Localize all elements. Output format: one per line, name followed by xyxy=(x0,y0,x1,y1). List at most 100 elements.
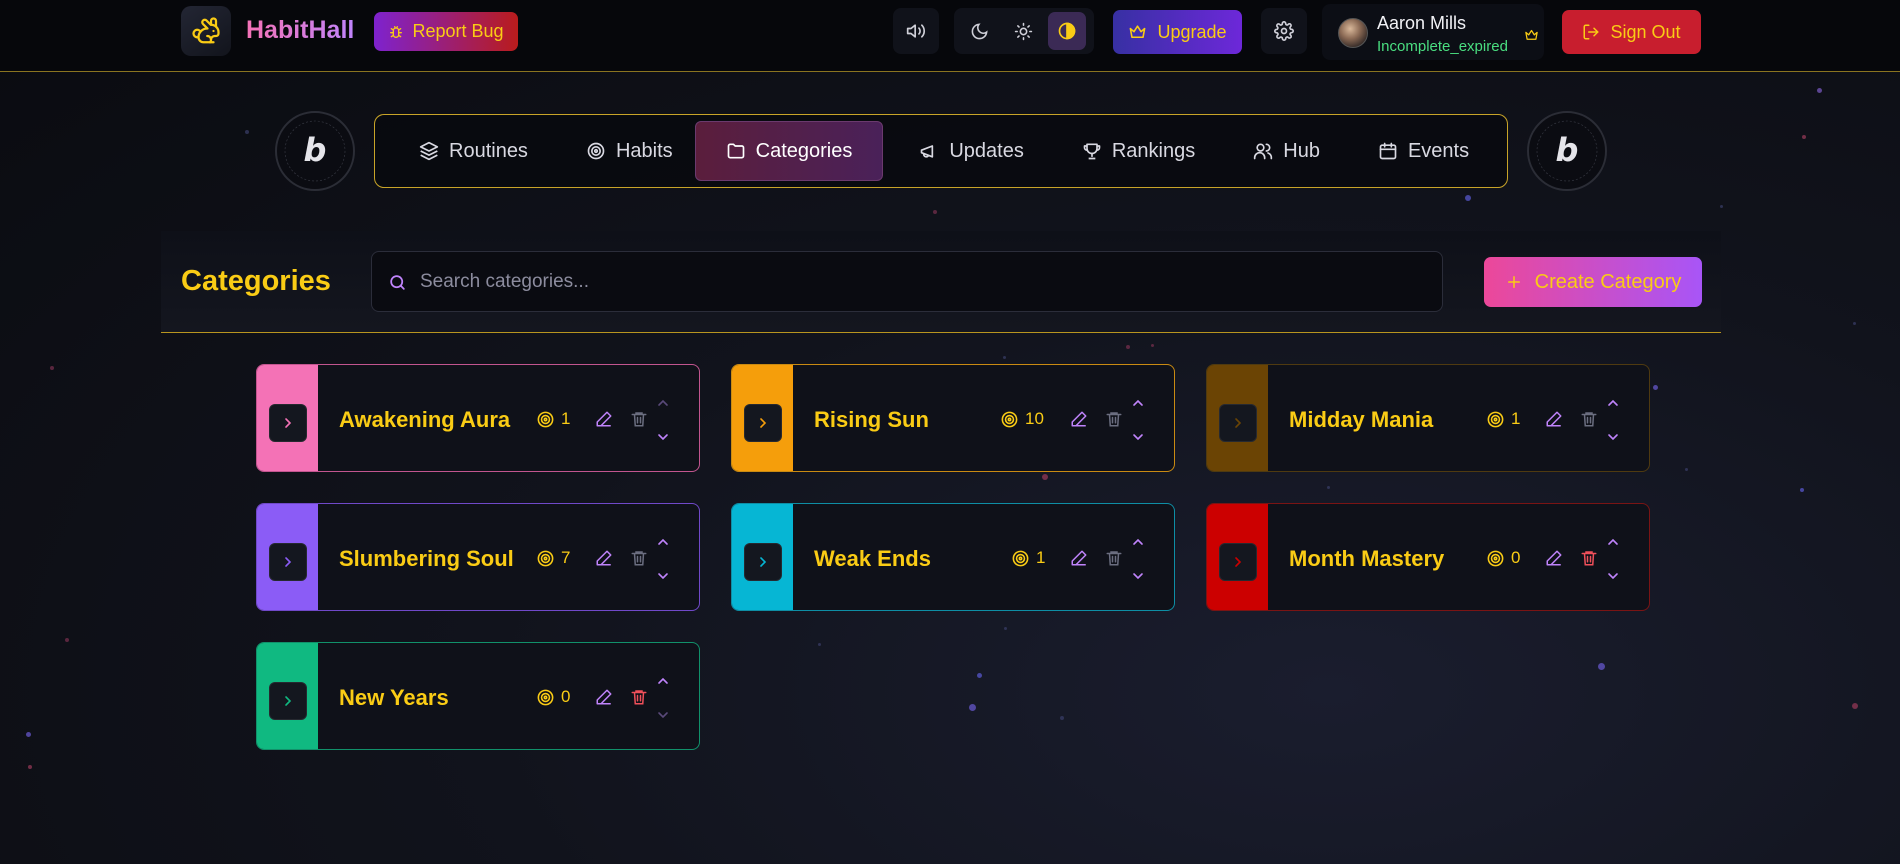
edit-category-button[interactable] xyxy=(1069,409,1089,429)
dark-theme-button[interactable] xyxy=(960,12,998,50)
move-down-button[interactable] xyxy=(1128,566,1148,586)
sun-icon xyxy=(1014,22,1032,40)
target-icon xyxy=(537,550,554,566)
app-logo[interactable] xyxy=(181,6,231,56)
expand-category-button[interactable] xyxy=(1219,543,1257,581)
reorder-controls xyxy=(653,393,673,447)
upgrade-label: Upgrade xyxy=(1157,21,1227,42)
category-name: Rising Sun xyxy=(814,407,929,432)
moon-icon xyxy=(971,22,988,39)
move-up-button[interactable] xyxy=(653,671,673,691)
move-down-button[interactable] xyxy=(1128,427,1148,447)
settings-button[interactable] xyxy=(1261,8,1307,54)
move-down-button[interactable] xyxy=(1603,427,1623,447)
target-icon xyxy=(1487,411,1504,427)
move-up-button[interactable] xyxy=(1603,393,1623,413)
create-category-button[interactable]: Create Category xyxy=(1484,257,1702,307)
nav-hub[interactable]: Hub xyxy=(1217,121,1342,181)
megaphone-icon xyxy=(921,145,934,158)
expand-category-button[interactable] xyxy=(744,543,782,581)
move-down-button[interactable] xyxy=(653,705,673,725)
delete-category-button[interactable] xyxy=(1579,548,1599,568)
category-card[interactable]: Awakening Aura 1 xyxy=(256,364,700,472)
top-bar: HabitHall Report Bug Upgrade Aaron Mills… xyxy=(0,0,1900,72)
category-card[interactable]: Month Mastery 0 xyxy=(1206,503,1650,611)
chevron-up-icon xyxy=(658,677,668,684)
delete-category-button[interactable] xyxy=(1104,409,1124,429)
habit-count-value: 1 xyxy=(1036,548,1046,567)
move-up-button[interactable] xyxy=(1128,532,1148,552)
svg-text:b: b xyxy=(304,131,327,169)
edit-category-button[interactable] xyxy=(594,687,614,707)
search-icon xyxy=(390,275,405,290)
category-card[interactable]: Slumbering Soul 7 xyxy=(256,503,700,611)
move-down-button[interactable] xyxy=(1603,566,1623,586)
search-input[interactable] xyxy=(420,252,1420,311)
nav-routines[interactable]: Routines xyxy=(383,121,550,181)
trash-icon xyxy=(631,551,647,566)
expand-category-button[interactable] xyxy=(744,404,782,442)
contrast-theme-button[interactable] xyxy=(1048,12,1086,50)
delete-category-button[interactable] xyxy=(629,409,649,429)
habit-count: 1 xyxy=(536,409,570,429)
delete-category-button[interactable] xyxy=(629,687,649,707)
bolt-badge-left[interactable]: b xyxy=(275,111,355,191)
star-dot xyxy=(1060,716,1064,720)
trash-icon xyxy=(1581,551,1597,566)
user-name: Aaron Mills xyxy=(1377,13,1467,33)
chevron-up-icon xyxy=(658,538,668,545)
edit-category-button[interactable] xyxy=(1544,409,1564,429)
user-profile[interactable]: Aaron Mills Incomplete_expired xyxy=(1322,4,1544,60)
expand-category-button[interactable] xyxy=(1219,404,1257,442)
delete-category-button[interactable] xyxy=(629,548,649,568)
layers-icon xyxy=(419,141,439,161)
move-up-button[interactable] xyxy=(653,532,673,552)
chevron-down-icon xyxy=(658,573,668,580)
category-card[interactable]: Rising Sun 10 xyxy=(731,364,1175,472)
search-box xyxy=(371,251,1443,312)
move-up-button[interactable] xyxy=(653,393,673,413)
expand-category-button[interactable] xyxy=(269,404,307,442)
edit-category-button[interactable] xyxy=(594,409,614,429)
nav-habits[interactable]: Habits xyxy=(550,121,695,181)
habit-count-value: 0 xyxy=(1511,548,1521,567)
upgrade-button[interactable]: Upgrade xyxy=(1113,10,1242,54)
category-card[interactable]: Midday Mania 1 xyxy=(1206,364,1650,472)
light-theme-button[interactable] xyxy=(1004,12,1042,50)
nav-events[interactable]: Events xyxy=(1342,121,1491,181)
category-card[interactable]: Weak Ends 1 xyxy=(731,503,1175,611)
star-dot xyxy=(65,638,69,642)
habit-count: 0 xyxy=(536,687,570,707)
star-dot xyxy=(1327,486,1330,489)
nav-rankings[interactable]: Rankings xyxy=(1046,121,1217,181)
habit-count-value: 1 xyxy=(561,409,571,428)
category-card[interactable]: New Years 0 xyxy=(256,642,700,750)
edit-category-button[interactable] xyxy=(1069,548,1089,568)
chevron-right-icon xyxy=(760,418,767,428)
edit-category-button[interactable] xyxy=(1544,548,1564,568)
report-bug-button[interactable]: Report Bug xyxy=(374,12,518,51)
edit-category-button[interactable] xyxy=(594,548,614,568)
move-down-button[interactable] xyxy=(653,566,673,586)
chevron-down-icon xyxy=(1133,573,1143,580)
nav-updates[interactable]: Updates xyxy=(883,121,1046,181)
delete-category-button[interactable] xyxy=(1579,409,1599,429)
expand-category-button[interactable] xyxy=(269,543,307,581)
delete-category-button[interactable] xyxy=(1104,548,1124,568)
trash-icon xyxy=(631,690,647,705)
nav-categories[interactable]: Categories xyxy=(694,121,884,181)
move-up-button[interactable] xyxy=(1128,393,1148,413)
bug-icon xyxy=(390,25,403,38)
star-dot xyxy=(1685,468,1688,471)
chevron-down-icon xyxy=(1608,434,1618,441)
chevron-down-icon xyxy=(1133,434,1143,441)
bolt-badge-right[interactable]: b xyxy=(1527,111,1607,191)
move-up-button[interactable] xyxy=(1603,532,1623,552)
target-icon xyxy=(537,689,554,705)
move-down-button[interactable] xyxy=(653,427,673,447)
sound-button[interactable] xyxy=(897,12,935,50)
users-icon xyxy=(1254,143,1273,160)
sign-out-button[interactable]: Sign Out xyxy=(1562,10,1701,54)
subscription-status: Incomplete_expired xyxy=(1377,38,1508,55)
expand-category-button[interactable] xyxy=(269,682,307,720)
